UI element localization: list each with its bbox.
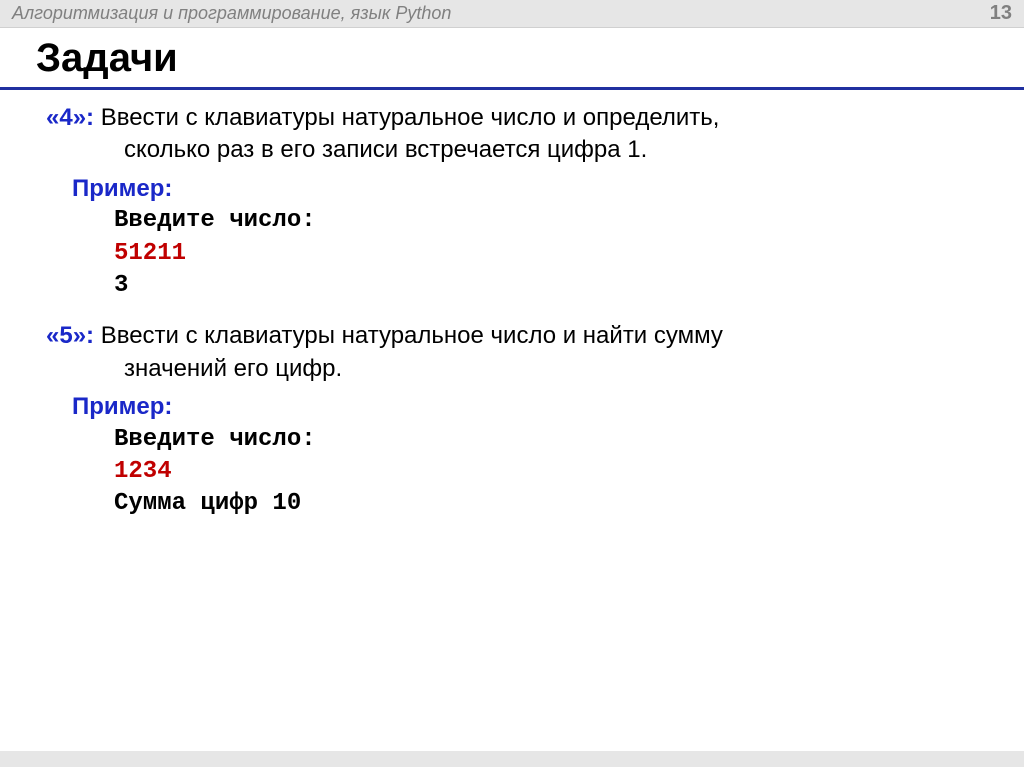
task-4-code-input: 51211 — [46, 238, 1024, 270]
task-5: «5»: Ввести с клавиатуры натуральное чис… — [46, 320, 1024, 520]
task-5-label: «5»: — [46, 322, 94, 349]
header-bar: Алгоритмизация и программирование, язык … — [0, 0, 1024, 28]
task-5-example-label: Пример: — [46, 391, 1024, 423]
task-5-code-prompt: Введите число: — [46, 424, 1024, 456]
task-4: «4»: Ввести с клавиатуры натуральное чис… — [46, 102, 1024, 302]
task-5-description: «5»: Ввести с клавиатуры натуральное чис… — [46, 320, 1024, 352]
task-5-code-output: Сумма цифр 10 — [46, 488, 1024, 520]
task-4-example-label: Пример: — [46, 173, 1024, 205]
task-5-desc-second: значений его цифр. — [46, 353, 1024, 385]
task-4-description: «4»: Ввести с клавиатуры натуральное чис… — [46, 102, 1024, 134]
task-4-label: «4»: — [46, 104, 94, 131]
task-4-desc-second: сколько раз в его записи встречается циф… — [46, 134, 1024, 166]
task-4-code-prompt: Введите число: — [46, 205, 1024, 237]
task-4-code-output: 3 — [46, 270, 1024, 302]
task-5-code-input: 1234 — [46, 456, 1024, 488]
task-4-desc-first: Ввести с клавиатуры натуральное число и … — [101, 104, 720, 131]
title-underline — [0, 87, 1024, 90]
task-5-desc-first: Ввести с клавиатуры натуральное число и … — [101, 322, 723, 349]
header-title: Алгоритмизация и программирование, язык … — [12, 3, 451, 24]
slide-title: Задачи — [36, 36, 1024, 81]
content-area: «4»: Ввести с клавиатуры натуральное чис… — [0, 102, 1024, 521]
page-number: 13 — [990, 2, 1012, 25]
footer-bar — [0, 751, 1024, 767]
